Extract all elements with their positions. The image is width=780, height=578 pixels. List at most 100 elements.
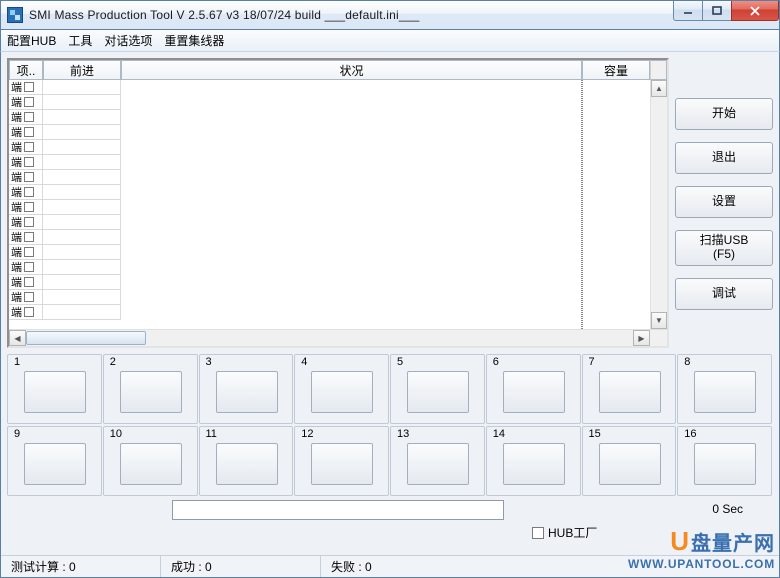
scroll-right-icon[interactable]: ▶ bbox=[633, 330, 650, 346]
slot-button-3[interactable] bbox=[216, 371, 278, 413]
slot-button-1[interactable] bbox=[24, 371, 86, 413]
vertical-scrollbar[interactable]: ▲ ▼ bbox=[650, 80, 667, 329]
row-checkbox[interactable] bbox=[24, 307, 34, 317]
menu-tools[interactable]: 工具 bbox=[68, 32, 92, 49]
row-checkbox[interactable] bbox=[24, 187, 34, 197]
grid-row[interactable]: 端 bbox=[9, 185, 121, 200]
grid-row[interactable]: 端 bbox=[9, 230, 121, 245]
grid-row[interactable]: 端 bbox=[9, 155, 121, 170]
row-label: 端 bbox=[11, 259, 22, 275]
status-area: 0 Sec HUB工厂 bbox=[7, 498, 773, 544]
slot-button-5[interactable] bbox=[407, 371, 469, 413]
slot-number: 14 bbox=[493, 428, 505, 440]
slot-button-16[interactable] bbox=[694, 443, 756, 485]
col-item[interactable]: 项.. bbox=[9, 60, 43, 80]
hub-factory-checkbox[interactable]: HUB工厂 bbox=[532, 524, 597, 541]
grid-row[interactable]: 端 bbox=[9, 275, 121, 290]
row-label: 端 bbox=[11, 139, 22, 155]
scan-usb-button[interactable]: 扫描USB (F5) bbox=[675, 230, 773, 266]
grid-row[interactable]: 端 bbox=[9, 95, 121, 110]
row-checkbox[interactable] bbox=[24, 127, 34, 137]
row-label: 端 bbox=[11, 274, 22, 290]
row-checkbox[interactable] bbox=[24, 262, 34, 272]
row-checkbox[interactable] bbox=[24, 112, 34, 122]
grid-row[interactable]: 端 bbox=[9, 215, 121, 230]
slot-number: 13 bbox=[397, 428, 409, 440]
menu-config-hub[interactable]: 配置HUB bbox=[7, 32, 56, 49]
grid-row[interactable]: 端 bbox=[9, 170, 121, 185]
grid-row[interactable]: 端 bbox=[9, 290, 121, 305]
grid-row[interactable]: 端 bbox=[9, 110, 121, 125]
row-checkbox[interactable] bbox=[24, 277, 34, 287]
grid-row[interactable]: 端 bbox=[9, 80, 121, 95]
slot-number: 6 bbox=[493, 356, 499, 368]
menubar: 配置HUB 工具 对话选项 重置集线器 bbox=[0, 30, 780, 52]
grid-row[interactable]: 端 bbox=[9, 260, 121, 275]
row-checkbox[interactable] bbox=[24, 232, 34, 242]
slot-1: 1 bbox=[7, 354, 102, 424]
grid-row[interactable]: 端 bbox=[9, 245, 121, 260]
exit-button[interactable]: 退出 bbox=[675, 142, 773, 174]
seconds-label: 0 Sec bbox=[712, 502, 743, 516]
row-label: 端 bbox=[11, 199, 22, 215]
row-label: 端 bbox=[11, 289, 22, 305]
slot-number: 8 bbox=[684, 356, 690, 368]
window-title: SMI Mass Production Tool V 2.5.67 v3 18/… bbox=[29, 8, 420, 22]
slot-button-9[interactable] bbox=[24, 443, 86, 485]
slot-button-4[interactable] bbox=[311, 371, 373, 413]
slot-2: 2 bbox=[103, 354, 198, 424]
slot-button-7[interactable] bbox=[599, 371, 661, 413]
grid-row[interactable]: 端 bbox=[9, 200, 121, 215]
row-label: 端 bbox=[11, 244, 22, 260]
debug-button[interactable]: 调试 bbox=[675, 278, 773, 310]
row-checkbox[interactable] bbox=[24, 217, 34, 227]
slots-area: 12345678 910111213141516 bbox=[7, 348, 773, 496]
scroll-up-icon[interactable]: ▲ bbox=[651, 80, 667, 97]
settings-button[interactable]: 设置 bbox=[675, 186, 773, 218]
status-fail: 失败 : 0 bbox=[321, 556, 481, 577]
menu-reset-hub[interactable]: 重置集线器 bbox=[164, 32, 224, 49]
minimize-button[interactable] bbox=[673, 1, 703, 21]
slot-button-13[interactable] bbox=[407, 443, 469, 485]
scroll-down-icon[interactable]: ▼ bbox=[651, 312, 667, 329]
row-checkbox[interactable] bbox=[24, 142, 34, 152]
start-button[interactable]: 开始 bbox=[675, 98, 773, 130]
slot-number: 3 bbox=[206, 356, 212, 368]
col-capacity[interactable]: 容量 bbox=[582, 60, 650, 80]
grid-row[interactable]: 端 bbox=[9, 140, 121, 155]
slot-4: 4 bbox=[294, 354, 389, 424]
close-button[interactable] bbox=[731, 1, 779, 21]
row-checkbox[interactable] bbox=[24, 97, 34, 107]
menu-dialog-options[interactable]: 对话选项 bbox=[104, 32, 152, 49]
checkbox-icon[interactable] bbox=[532, 527, 544, 539]
slot-button-2[interactable] bbox=[120, 371, 182, 413]
statusbar: 测试计算 : 0 成功 : 0 失败 : 0 bbox=[1, 555, 779, 577]
slot-12: 12 bbox=[294, 426, 389, 496]
maximize-button[interactable] bbox=[702, 1, 732, 21]
row-checkbox[interactable] bbox=[24, 292, 34, 302]
slot-button-8[interactable] bbox=[694, 371, 756, 413]
grid: 项.. 前进 状况 容量 端端端端端端端端端端端端端端端端 ▲ ▼ ◀ ▶ bbox=[7, 58, 669, 348]
slot-button-10[interactable] bbox=[120, 443, 182, 485]
row-checkbox[interactable] bbox=[24, 172, 34, 182]
grid-row[interactable]: 端 bbox=[9, 305, 121, 320]
slot-button-12[interactable] bbox=[311, 443, 373, 485]
scroll-thumb[interactable] bbox=[26, 331, 146, 345]
slot-button-15[interactable] bbox=[599, 443, 661, 485]
slot-button-14[interactable] bbox=[503, 443, 565, 485]
horizontal-scrollbar[interactable]: ◀ ▶ bbox=[9, 329, 667, 346]
row-checkbox[interactable] bbox=[24, 202, 34, 212]
row-checkbox[interactable] bbox=[24, 157, 34, 167]
col-status[interactable]: 状况 bbox=[121, 60, 582, 80]
grid-row[interactable]: 端 bbox=[9, 125, 121, 140]
row-checkbox[interactable] bbox=[24, 82, 34, 92]
row-checkbox[interactable] bbox=[24, 247, 34, 257]
slot-button-11[interactable] bbox=[216, 443, 278, 485]
client-area: 项.. 前进 状况 容量 端端端端端端端端端端端端端端端端 ▲ ▼ ◀ ▶ bbox=[0, 52, 780, 578]
slot-button-6[interactable] bbox=[503, 371, 565, 413]
row-label: 端 bbox=[11, 154, 22, 170]
slot-10: 10 bbox=[103, 426, 198, 496]
slot-number: 9 bbox=[14, 428, 20, 440]
col-progress[interactable]: 前进 bbox=[43, 60, 121, 80]
scroll-left-icon[interactable]: ◀ bbox=[9, 330, 26, 346]
